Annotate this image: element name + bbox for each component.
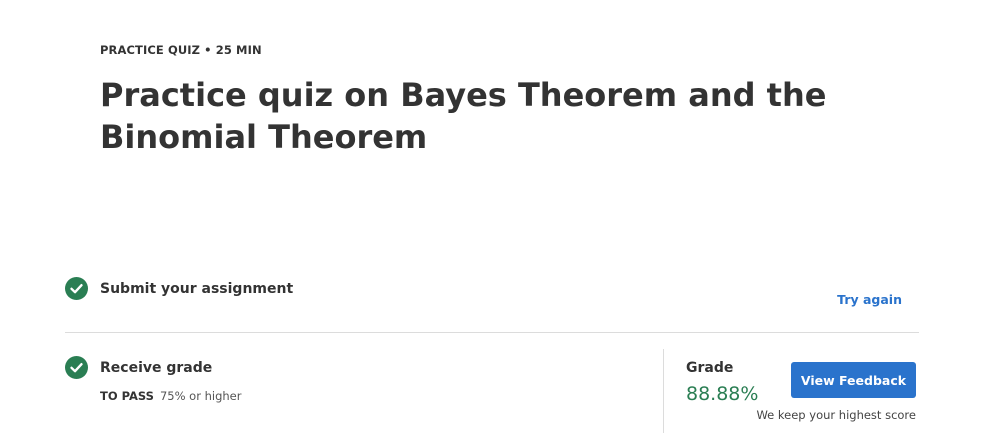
pass-label: TO PASS — [100, 389, 154, 403]
grade-divider — [663, 349, 664, 433]
grade-value: 88.88% — [686, 383, 759, 405]
grade-label: Grade — [686, 360, 734, 376]
page-title: Practice quiz on Bayes Theorem and the B… — [100, 76, 827, 156]
section-divider — [65, 332, 919, 333]
step-submit-title: Submit your assignment — [100, 281, 294, 297]
check-circle-icon — [65, 356, 88, 379]
quiz-eyebrow: PRACTICE QUIZ • 25 MIN — [100, 43, 262, 57]
highest-score-note: We keep your highest score — [756, 408, 916, 422]
pass-requirement: TO PASS 75% or higher — [100, 389, 241, 403]
step-receive-grade-title: Receive grade — [100, 360, 213, 376]
try-again-link[interactable]: Try again — [837, 292, 902, 307]
view-feedback-button[interactable]: View Feedback — [791, 362, 916, 398]
check-circle-icon — [65, 277, 88, 300]
pass-value: 75% or higher — [159, 389, 242, 403]
